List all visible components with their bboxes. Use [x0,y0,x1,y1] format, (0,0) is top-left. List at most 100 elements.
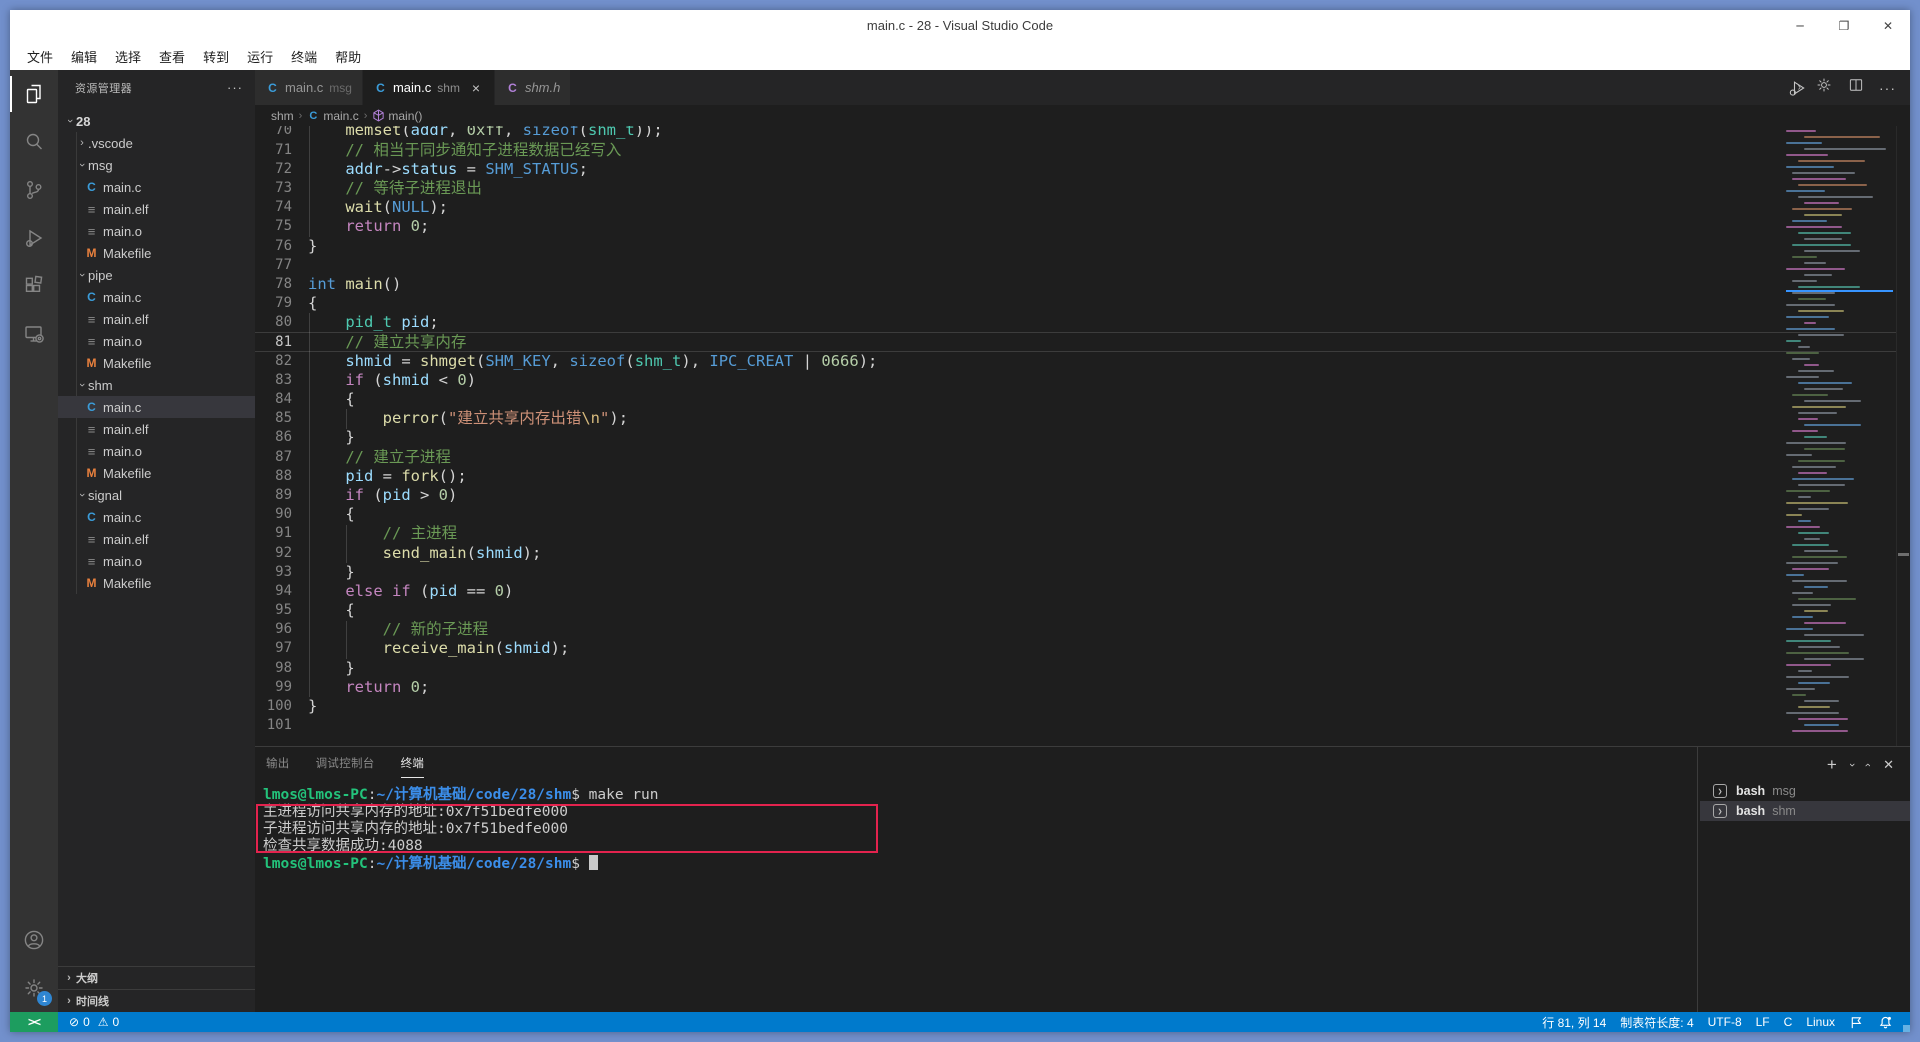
tree-item-main.o[interactable]: ≡main.o [58,440,255,462]
menu-item-文件[interactable]: 文件 [18,44,62,69]
code-line-content: } [308,237,317,256]
remote-indicator[interactable]: >< [10,1012,58,1032]
minimap-bar [1798,184,1867,186]
feedback-flag-icon[interactable] [1842,1012,1871,1032]
binary-file-icon: ≡ [84,334,99,349]
menu-item-选择[interactable]: 选择 [106,44,150,69]
maximize-button[interactable]: ❐ [1822,10,1866,42]
tree-item-main.elf[interactable]: ≡main.elf [58,528,255,550]
indentation[interactable]: 制表符长度: 4 [1613,1012,1700,1032]
tree-item-main.c[interactable]: Cmain.c [58,286,255,308]
menu-item-运行[interactable]: 运行 [238,44,282,69]
code-line-content: if (shmid < 0) [308,371,476,390]
minimap[interactable] [1786,126,1890,746]
editor-settings-gear-icon[interactable] [1815,76,1833,99]
settings-gear-icon[interactable]: 1 [10,964,58,1012]
run-debug-icon[interactable] [10,214,58,262]
line-number: 85 [255,409,292,428]
menu-item-帮助[interactable]: 帮助 [326,44,370,69]
new-terminal-icon[interactable]: + [1827,755,1837,775]
minimap-bar [1792,244,1851,246]
search-icon[interactable] [10,118,58,166]
breadcrumb-item-main()[interactable]: main() [388,109,422,123]
panel-tab-终端[interactable]: 终端 [401,755,425,778]
more-actions-icon[interactable]: ··· [227,80,243,95]
close-button[interactable]: ✕ [1866,10,1910,42]
terminal-dropdown-icon[interactable]: › [1846,763,1858,767]
tree-item-main.o[interactable]: ≡main.o [58,550,255,572]
tree-item-Makefile[interactable]: MMakefile [58,352,255,374]
tree-item-shm[interactable]: ›shm [58,374,255,396]
panel-divider[interactable] [1697,747,1698,1012]
code-line-content: } [308,563,355,582]
split-editor-icon[interactable] [1847,76,1865,99]
tree-item-main.elf[interactable]: ≡main.elf [58,308,255,330]
minimize-button[interactable]: ─ [1778,10,1822,42]
terminal-instance-msg[interactable]: ❯bashmsg [1700,781,1910,801]
resize-grip [1903,1025,1910,1032]
menu-item-转到[interactable]: 转到 [194,44,238,69]
cursor-position[interactable]: 行 81, 列 14 [1535,1012,1613,1032]
tree-item-Makefile[interactable]: MMakefile [58,572,255,594]
outline-section[interactable]: › 大纲 [58,966,255,989]
problems-status[interactable]: ⊘0 ⚠0 [62,1012,126,1032]
terminal-instance-shm[interactable]: ❯bashshm [1700,801,1910,821]
scrollbar[interactable] [1896,126,1910,746]
run-c-file-button[interactable]: › [1787,78,1801,98]
minimap-bar [1786,652,1849,654]
os-indicator[interactable]: Linux [1799,1012,1842,1032]
account-icon[interactable] [10,916,58,964]
remote-explorer-icon[interactable] [10,310,58,358]
run-dropdown-icon[interactable]: › [1798,82,1801,93]
language-mode[interactable]: C [1777,1012,1800,1032]
terminal-line: lmos@lmos-PC:~/计算机基础/code/28/shm$ make r… [263,787,659,804]
menu-item-查看[interactable]: 查看 [150,44,194,69]
tree-item-main.c[interactable]: Cmain.c [58,176,255,198]
minimap-bar [1786,676,1849,678]
close-tab-icon[interactable]: × [468,80,484,96]
minimap-bar [1804,634,1864,636]
minimap-bar [1792,178,1846,180]
notifications-bell-icon[interactable] [1871,1012,1900,1032]
tree-item-Makefile[interactable]: MMakefile [58,462,255,484]
tree-item-main.o[interactable]: ≡main.o [58,220,255,242]
more-editor-actions-icon[interactable]: ··· [1879,80,1896,96]
editor-tab-shm.h[interactable]: Cshm.h [495,70,571,105]
tree-item-main.c[interactable]: Cmain.c [58,506,255,528]
editor-tab-main.c-msg[interactable]: Cmain.cmsg [255,70,363,105]
source-control-icon[interactable] [10,166,58,214]
menu-item-终端[interactable]: 终端 [282,44,326,69]
tree-item-Makefile[interactable]: MMakefile [58,242,255,264]
tree-item-label: Makefile [103,356,151,371]
menu-item-编辑[interactable]: 编辑 [62,44,106,69]
minimap-bar [1798,706,1830,708]
panel-tab-调试控制台[interactable]: 调试控制台 [316,755,375,778]
chevron-down-icon: › [76,269,88,281]
breadcrumb-separator-icon: › [297,110,305,122]
minimap-bar [1792,556,1847,558]
tree-item-28[interactable]: ›28 [58,110,255,132]
panel-tab-输出[interactable]: 输出 [266,755,290,778]
tree-item-.vscode[interactable]: ›.vscode [58,132,255,154]
code-line-73: 73 // 等待子进程退出 [255,179,1896,198]
editor-tab-main.c-shm[interactable]: Cmain.cshm× [363,70,495,105]
tree-item-msg[interactable]: ›msg [58,154,255,176]
c-file-icon: C [265,81,280,95]
minimap-bar [1786,628,1813,630]
breadcrumb-item-shm[interactable]: shm [271,109,294,123]
encoding[interactable]: UTF-8 [1701,1012,1749,1032]
explorer-icon[interactable] [10,70,58,118]
extensions-icon[interactable] [10,262,58,310]
close-panel-icon[interactable]: ✕ [1883,757,1894,773]
tree-item-pipe[interactable]: ›pipe [58,264,255,286]
tree-item-main.elf[interactable]: ≡main.elf [58,198,255,220]
eol-sequence[interactable]: LF [1749,1012,1777,1032]
tree-item-main.o[interactable]: ≡main.o [58,330,255,352]
tree-item-signal[interactable]: ›signal [58,484,255,506]
tree-item-main.elf[interactable]: ≡main.elf [58,418,255,440]
maximize-panel-icon[interactable]: › [1862,763,1874,767]
timeline-section[interactable]: › 时间线 [58,989,255,1012]
breadcrumb-item-main.c[interactable]: main.c [323,109,358,123]
code-editor[interactable]: 70 memset(addr, 0xff, sizeof(shm_t));71 … [255,126,1910,735]
tree-item-main.c[interactable]: Cmain.c [58,396,255,418]
